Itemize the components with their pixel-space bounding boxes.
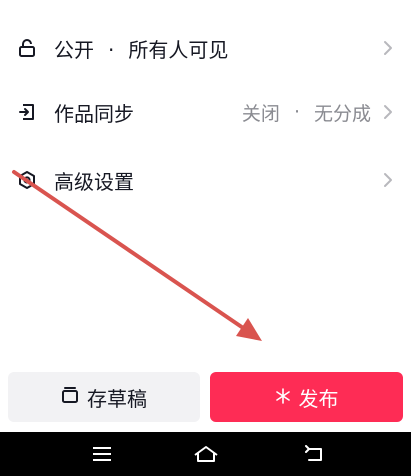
home-icon[interactable] bbox=[186, 440, 226, 468]
advanced-settings-row[interactable]: 高级设置 bbox=[0, 157, 411, 203]
sparkle-icon bbox=[275, 385, 291, 409]
system-navigation-bar bbox=[0, 432, 411, 476]
save-draft-button[interactable]: 存草稿 bbox=[8, 372, 200, 422]
shield-gear-icon bbox=[16, 169, 38, 191]
chevron-right-icon bbox=[379, 103, 397, 121]
back-icon[interactable] bbox=[294, 440, 334, 468]
publish-button[interactable]: 发布 bbox=[210, 372, 403, 422]
action-bar: 存草稿 发布 bbox=[0, 360, 411, 432]
lock-icon bbox=[16, 37, 38, 59]
privacy-label: 公开 · 所有人可见 bbox=[54, 37, 229, 62]
menu-icon[interactable] bbox=[82, 440, 122, 468]
chevron-right-icon bbox=[379, 171, 397, 189]
draft-icon bbox=[61, 385, 79, 409]
advanced-settings-label: 高级设置 bbox=[54, 169, 134, 194]
save-draft-label: 存草稿 bbox=[87, 386, 147, 411]
publish-label: 发布 bbox=[298, 386, 339, 411]
sync-row[interactable]: 作品同步 关闭 · 无分成 bbox=[0, 89, 411, 135]
sync-icon bbox=[16, 101, 38, 123]
chevron-right-icon bbox=[379, 39, 397, 57]
sync-value: 关闭 · 无分成 bbox=[241, 101, 371, 125]
privacy-row[interactable]: 公开 · 所有人可见 bbox=[0, 25, 411, 71]
sync-label: 作品同步 bbox=[54, 101, 134, 126]
